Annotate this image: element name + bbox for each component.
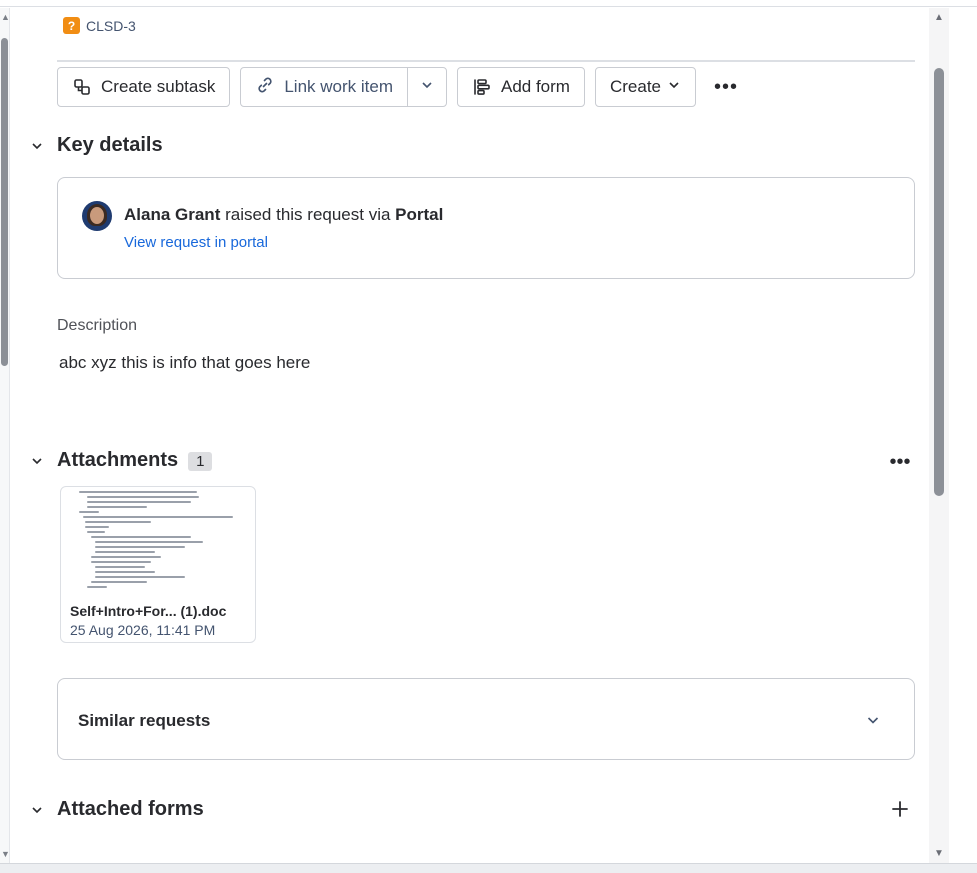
subtask-icon xyxy=(72,77,92,97)
question-mark-icon: ? xyxy=(63,17,80,34)
raised-text: raised this request via xyxy=(220,205,396,224)
form-icon xyxy=(472,77,492,97)
attachments-more-button[interactable]: ••• xyxy=(884,451,916,473)
attachments-count-badge: 1 xyxy=(188,452,213,471)
link-work-item-split-button: Link work item xyxy=(240,67,447,107)
attachment-card[interactable]: Self+Intro+For... (1).doc 25 Aug 2026, 1… xyxy=(60,486,256,643)
right-scrollbar[interactable]: ▲ ▼ xyxy=(929,8,949,863)
chevron-down-icon[interactable] xyxy=(865,712,881,728)
similar-requests-title: Similar requests xyxy=(78,711,211,730)
left-scrollbar-thumb[interactable] xyxy=(1,38,8,366)
create-subtask-label: Create subtask xyxy=(101,77,216,96)
attached-forms-heading[interactable]: Attached forms xyxy=(30,798,204,821)
scroll-down-arrow-icon[interactable]: ▼ xyxy=(934,848,944,859)
scroll-up-arrow-icon[interactable]: ▲ xyxy=(934,12,944,23)
similar-requests-panel[interactable]: Similar requests xyxy=(57,678,915,760)
issue-key[interactable]: ? CLSD-3 xyxy=(63,17,136,34)
key-details-heading[interactable]: Key details xyxy=(30,134,163,157)
more-icon: ••• xyxy=(889,450,911,473)
chevron-down-icon[interactable] xyxy=(30,803,44,817)
chevron-down-icon xyxy=(667,77,681,97)
plus-icon xyxy=(891,800,909,823)
avatar[interactable] xyxy=(82,201,112,231)
top-divider xyxy=(0,6,977,7)
scroll-up-arrow-icon[interactable]: ▲ xyxy=(1,12,10,22)
more-icon: ••• xyxy=(713,75,738,98)
attachment-filename: Self+Intro+For... (1).doc xyxy=(70,603,227,619)
document-preview-thumbnail xyxy=(71,491,247,601)
add-attached-form-button[interactable] xyxy=(886,797,914,825)
attachment-date: 25 Aug 2026, 11:41 PM xyxy=(70,622,216,638)
description-text[interactable]: abc xyz this is info that goes here xyxy=(59,353,310,373)
scroll-down-arrow-icon[interactable]: ▼ xyxy=(1,849,10,859)
chevron-down-icon[interactable] xyxy=(30,454,44,468)
link-icon xyxy=(255,75,275,100)
requester-line: Alana Grant raised this request via Port… xyxy=(124,205,443,225)
left-scrollbar[interactable]: ▲ ▼ xyxy=(0,8,10,863)
chevron-down-icon xyxy=(420,78,434,97)
request-channel: Portal xyxy=(395,205,444,224)
link-work-item-dropdown[interactable] xyxy=(408,68,446,106)
right-scrollbar-thumb[interactable] xyxy=(934,68,944,496)
view-request-in-portal-link[interactable]: View request in portal xyxy=(124,234,268,251)
create-label: Create xyxy=(609,77,661,96)
link-work-item-button[interactable]: Link work item xyxy=(241,68,408,106)
add-form-label: Add form xyxy=(500,77,570,96)
requester-name[interactable]: Alana Grant xyxy=(124,205,220,224)
create-dropdown-button[interactable]: Create xyxy=(594,67,696,107)
description-label: Description xyxy=(57,317,138,334)
issue-key-label[interactable]: CLSD-3 xyxy=(86,18,136,34)
chevron-down-icon[interactable] xyxy=(30,139,44,153)
more-actions-button[interactable]: ••• xyxy=(706,67,746,107)
add-form-button[interactable]: Add form xyxy=(456,67,585,107)
attached-forms-title: Attached forms xyxy=(57,798,204,820)
attachments-title-text: Attachments xyxy=(57,449,179,471)
action-toolbar: Create subtask Link work item Add form C… xyxy=(57,67,746,107)
key-details-title: Key details xyxy=(57,134,163,156)
header-divider xyxy=(57,60,915,62)
link-work-item-label: Link work item xyxy=(284,77,393,96)
attachments-title: Attachments 1 xyxy=(57,449,213,472)
create-subtask-button[interactable]: Create subtask xyxy=(57,67,231,107)
horizontal-scrollbar[interactable] xyxy=(0,863,977,873)
requester-card: Alana Grant raised this request via Port… xyxy=(57,177,915,279)
attachments-heading[interactable]: Attachments 1 xyxy=(30,449,213,472)
